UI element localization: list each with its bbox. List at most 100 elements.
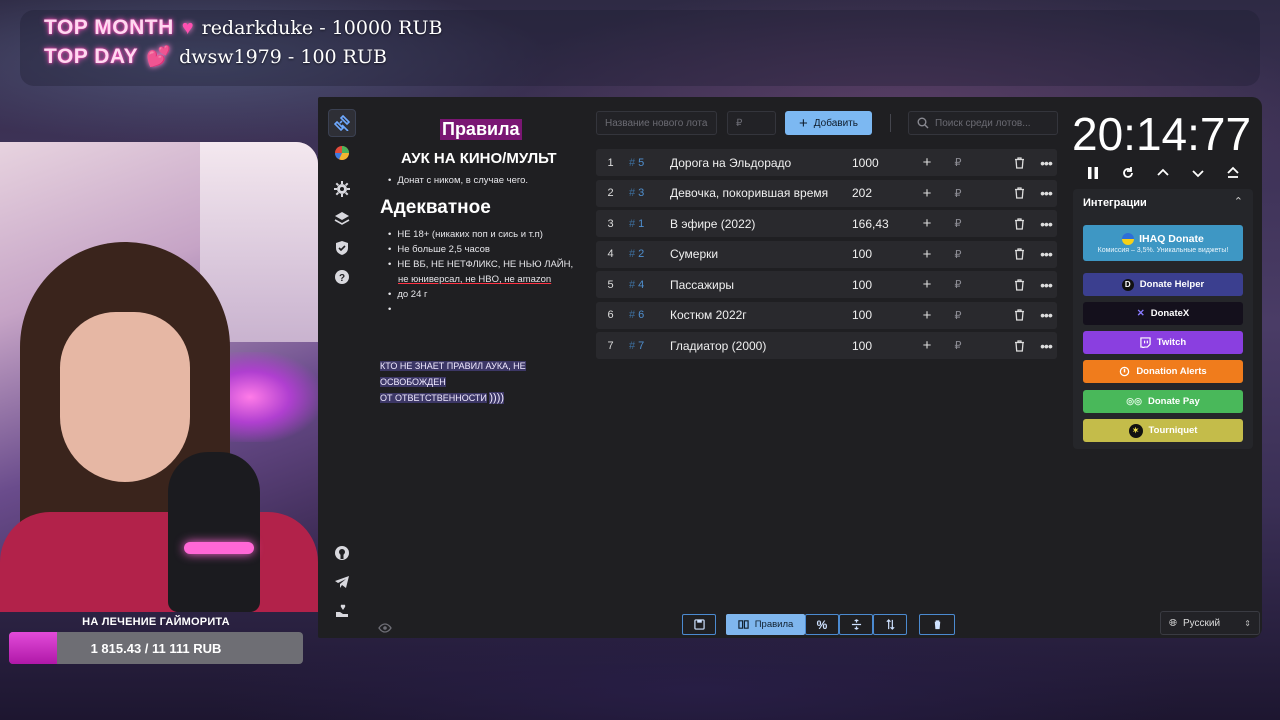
lot-currency[interactable]: ₽ [944, 309, 972, 322]
trash-icon[interactable] [1012, 187, 1026, 199]
lot-row[interactable]: 7 #7 Гладиатор (2000) 100 + ₽ ••• [596, 332, 1057, 359]
double-up-icon[interactable] [1223, 163, 1243, 183]
lot-name[interactable]: Дорога на Эльдорадо [670, 156, 848, 170]
trash-icon[interactable] [1012, 309, 1026, 321]
sort-icon[interactable] [873, 614, 907, 635]
lot-row[interactable]: 2 #3 Девочка, покорившая время 202 + ₽ ••• [596, 179, 1057, 207]
trash-icon[interactable] [1012, 248, 1026, 260]
rules-toggle-button[interactable]: Правила [726, 614, 805, 635]
rules-list-general: Донат с ником, в случае чего. [388, 175, 528, 186]
microphone-light [184, 542, 254, 554]
github-icon[interactable] [328, 539, 356, 567]
goal-progress-text: 1 815.43 / 11 111 RUB [90, 640, 222, 656]
restart-icon[interactable] [1118, 163, 1138, 183]
clear-all-icon[interactable] [919, 614, 955, 635]
amount-input[interactable]: ₽ [727, 111, 776, 135]
trash-icon[interactable] [1012, 339, 1026, 352]
lot-amount[interactable]: 100 [848, 278, 918, 292]
telegram-icon[interactable] [328, 568, 356, 596]
donate-pay-button[interactable]: ◎◎ Donate Pay [1083, 390, 1243, 413]
lot-amount[interactable]: 1000 [848, 156, 918, 170]
chevron-down-icon[interactable] [1188, 163, 1208, 183]
more-options-icon[interactable]: ••• [1039, 185, 1053, 201]
lot-amount[interactable]: 100 [848, 339, 918, 353]
lot-id-value: 4 [638, 278, 645, 291]
tourniquet-button[interactable]: ✶ Tourniquet [1083, 419, 1243, 442]
shield-icon[interactable] [328, 234, 356, 262]
donation-alerts-button[interactable]: Donation Alerts [1083, 360, 1243, 383]
split-icon[interactable] [839, 614, 873, 635]
more-options-icon[interactable]: ••• [1039, 246, 1053, 262]
trash-icon[interactable] [1012, 278, 1026, 291]
lot-name[interactable]: В эфире (2022) [670, 217, 848, 231]
lot-name[interactable]: Пассажиры [670, 278, 848, 292]
save-icon[interactable] [682, 614, 716, 635]
chevron-up-icon[interactable]: ⌃ [1234, 195, 1243, 208]
add-amount-icon[interactable]: + [918, 215, 936, 232]
donation-alerts-label: Donation Alerts [1136, 366, 1207, 377]
more-options-icon[interactable]: ••• [1039, 338, 1053, 354]
language-select[interactable]: 🌐︎ Русский ⇕ [1160, 611, 1260, 635]
lot-row[interactable]: 5 #4 Пассажиры 100 + ₽ ••• [596, 271, 1057, 298]
donate-hand-icon[interactable] [328, 597, 356, 625]
ukraine-flag-icon [1122, 232, 1135, 245]
heart-icon: ♥ [181, 16, 194, 39]
tourniquet-label: Tourniquet [1148, 425, 1198, 436]
new-lot-input[interactable]: Название нового лота [596, 111, 717, 135]
search-input[interactable]: Поиск среди лотов... [908, 111, 1058, 135]
lot-name[interactable]: Костюм 2022г [670, 308, 848, 322]
trash-icon[interactable] [1012, 217, 1026, 230]
lot-row[interactable]: 6 #6 Костюм 2022г 100 + ₽ ••• [596, 301, 1057, 329]
lot-currency[interactable]: ₽ [944, 156, 972, 169]
lot-index: 3 [607, 217, 614, 230]
top-month-line: TOP MONTH ♥ redarkduke - 10000 RUB [44, 16, 442, 40]
lot-amount[interactable]: 202 [848, 186, 918, 200]
add-amount-icon[interactable]: + [918, 276, 936, 293]
eye-icon[interactable] [378, 620, 392, 638]
lot-currency[interactable]: ₽ [944, 217, 972, 230]
donatex-button[interactable]: ✕ DonateX [1083, 302, 1243, 325]
lot-row[interactable]: 3 #1 В эфире (2022) 166,43 + ₽ ••• [596, 210, 1057, 237]
rules-item-empty [388, 302, 588, 317]
donate-helper-button[interactable]: D Donate Helper [1083, 273, 1243, 296]
chevron-up-icon[interactable] [1153, 163, 1173, 183]
add-amount-icon[interactable]: + [918, 337, 936, 354]
globe-icon: 🌐︎ [1169, 617, 1177, 629]
more-options-icon[interactable]: ••• [1039, 155, 1053, 171]
gavel-icon[interactable] [328, 109, 356, 137]
help-icon[interactable]: ? [328, 263, 356, 291]
more-options-icon[interactable]: ••• [1039, 307, 1053, 323]
lot-row[interactable]: 1 #5 Дорога на Эльдорадо 1000 + ₽ ••• [596, 149, 1057, 176]
add-amount-icon[interactable]: + [918, 154, 936, 171]
more-options-icon[interactable]: ••• [1039, 216, 1053, 232]
lot-index: 4 [607, 248, 614, 260]
donatex-icon: ✕ [1136, 308, 1145, 319]
add-lot-button[interactable]: + Добавить [785, 111, 872, 135]
lot-amount[interactable]: 100 [848, 308, 918, 322]
lot-currency[interactable]: ₽ [944, 248, 972, 261]
pie-chart-icon[interactable] [328, 139, 356, 167]
more-options-icon[interactable]: ••• [1039, 277, 1053, 293]
layers-icon[interactable] [328, 205, 356, 233]
ihaq-donate-button[interactable]: IHAQ Donate Комиссия – 3,5%. Уникальные … [1083, 225, 1243, 261]
lot-currency[interactable]: ₽ [944, 187, 972, 200]
pause-icon[interactable] [1083, 163, 1103, 183]
lot-row[interactable]: 4 #2 Сумерки 100 + ₽ ••• [596, 240, 1057, 268]
twitch-button[interactable]: Twitch [1083, 331, 1243, 354]
webcam-person-face [60, 312, 190, 482]
add-amount-icon[interactable]: + [918, 307, 936, 324]
lot-amount[interactable]: 100 [848, 247, 918, 261]
lot-amount[interactable]: 166,43 [848, 217, 918, 231]
lot-currency[interactable]: ₽ [944, 278, 972, 291]
add-amount-icon[interactable]: + [918, 246, 936, 263]
webcam-microphone [168, 452, 260, 612]
settings-gear-icon[interactable] [328, 175, 356, 203]
percent-icon[interactable]: % [805, 614, 839, 635]
lot-name[interactable]: Сумерки [670, 247, 848, 261]
trash-icon[interactable] [1012, 156, 1026, 169]
lot-currency[interactable]: ₽ [944, 339, 972, 352]
lot-id-value: 1 [638, 217, 645, 230]
add-amount-icon[interactable]: + [918, 185, 936, 202]
lot-name[interactable]: Гладиатор (2000) [670, 339, 848, 353]
lot-name[interactable]: Девочка, покорившая время [670, 186, 848, 200]
